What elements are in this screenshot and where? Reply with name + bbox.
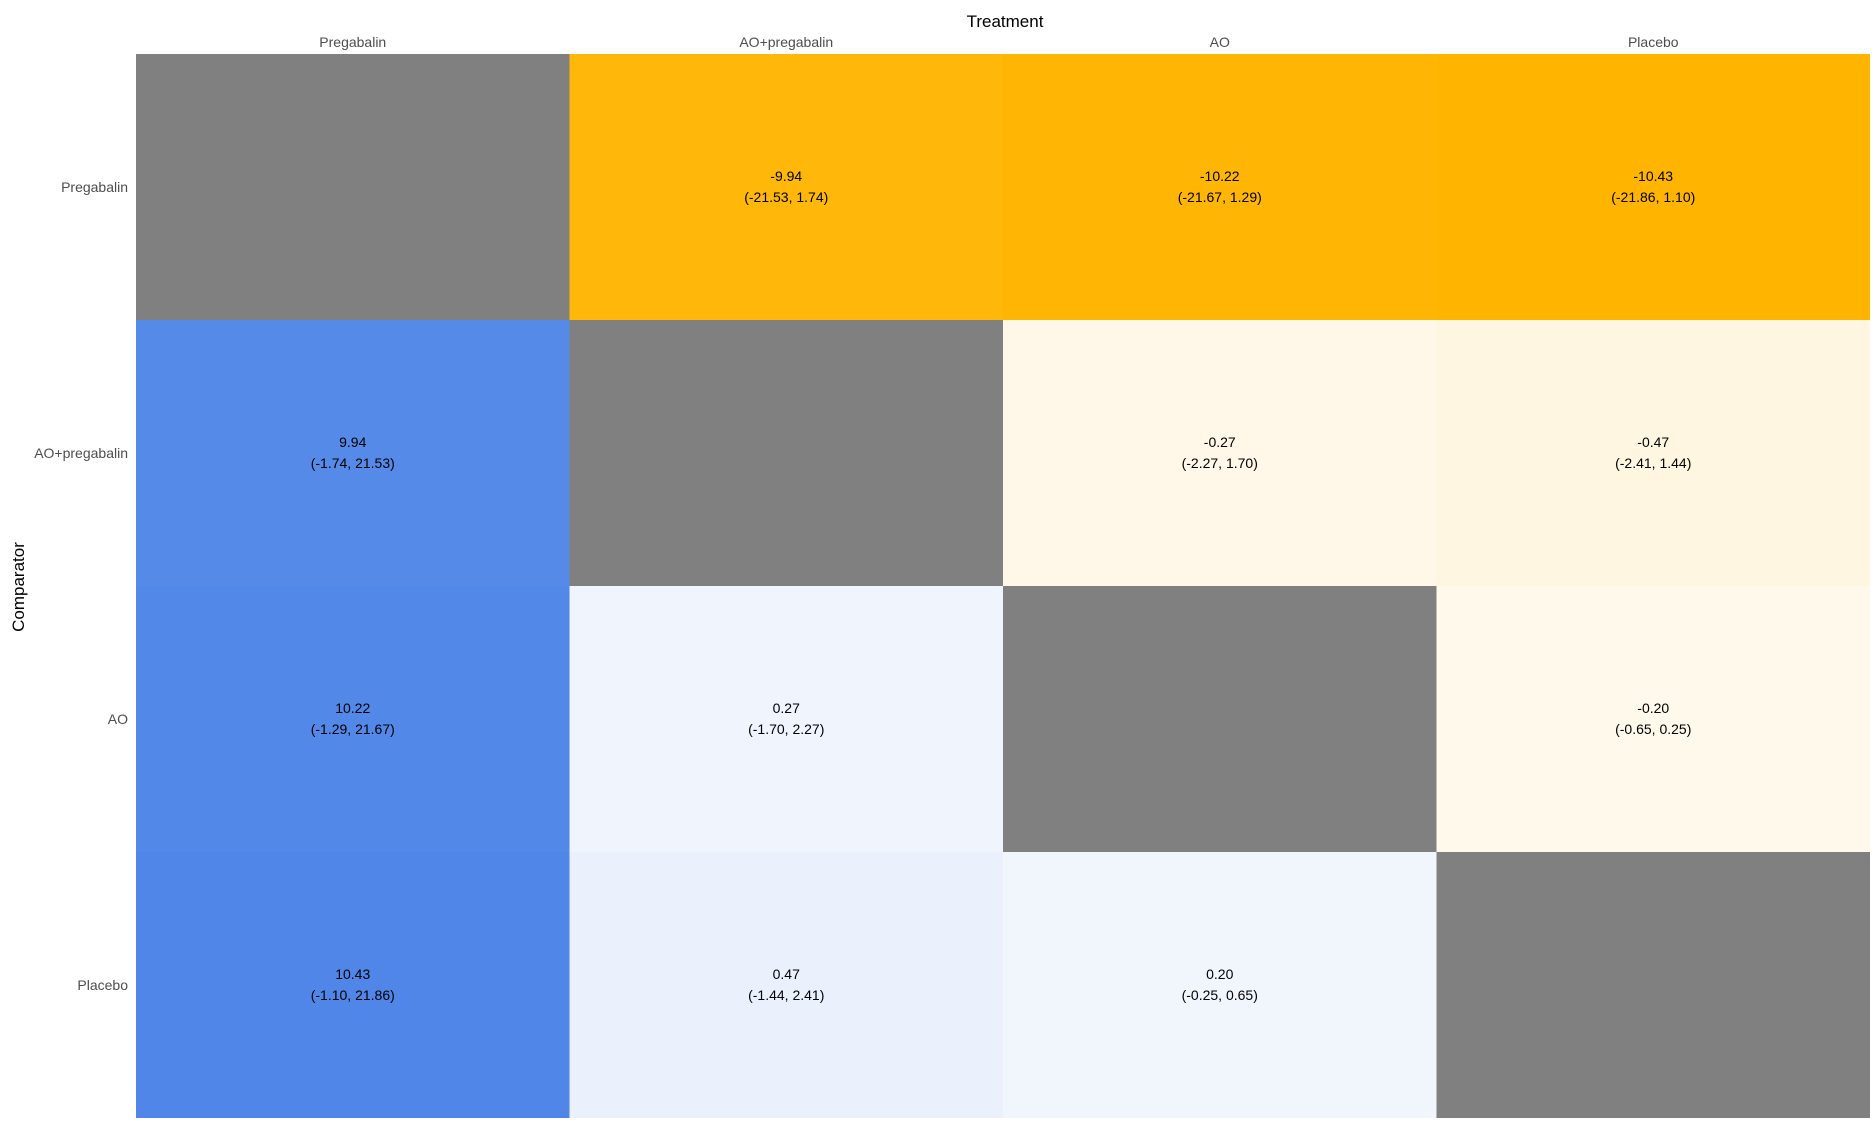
x-tick-label-1: AO+pregabalin bbox=[739, 34, 833, 50]
cell-estimate-1-2: -0.27 bbox=[1204, 434, 1236, 450]
x-tick-label-2: AO bbox=[1210, 34, 1230, 50]
chart-container: -9.94 (-21.53, 1.74) -10.22 (-21.67, 1.29) -… bbox=[0, 0, 1875, 1123]
heatmap-chart: -9.94 (-21.53, 1.74) -10.22 (-21.67, 1.29) -… bbox=[9, 12, 1870, 1118]
cell-estimate-3-0: 10.43 bbox=[335, 966, 370, 982]
heatmap-cell-3-1 bbox=[569, 852, 1003, 1118]
cell-ci-3-2: (-0.25, 0.65) bbox=[1182, 987, 1258, 1003]
cell-ci-2-1: (-1.70, 2.27) bbox=[748, 721, 824, 737]
heatmap-cell-3-3 bbox=[1436, 852, 1870, 1118]
heatmap-cell-2-2 bbox=[1003, 586, 1437, 852]
cell-ci-2-0: (-1.29, 21.67) bbox=[311, 721, 395, 737]
heatmap-cell-0-3 bbox=[1436, 54, 1870, 320]
cell-estimate-2-1: 0.27 bbox=[773, 700, 800, 716]
cell-estimate-1-3: -0.47 bbox=[1637, 434, 1669, 450]
cell-estimate-3-1: 0.47 bbox=[773, 966, 800, 982]
cell-estimate-0-3: -10.43 bbox=[1633, 168, 1673, 184]
cell-ci-1-2: (-2.27, 1.70) bbox=[1182, 455, 1258, 471]
cell-estimate-0-2: -10.22 bbox=[1200, 168, 1240, 184]
y-tick-label-3: Placebo bbox=[77, 977, 128, 993]
cell-ci-2-3: (-0.65, 0.25) bbox=[1615, 721, 1691, 737]
cells-layer bbox=[136, 54, 1870, 1118]
cell-estimate-3-2: 0.20 bbox=[1206, 966, 1233, 982]
y-tick-label-0: Pregabalin bbox=[61, 179, 128, 195]
heatmap-cell-0-2 bbox=[1003, 54, 1437, 320]
cell-ci-0-2: (-21.67, 1.29) bbox=[1178, 189, 1262, 205]
heatmap-cell-3-2 bbox=[1003, 852, 1437, 1118]
cell-ci-3-1: (-1.44, 2.41) bbox=[748, 987, 824, 1003]
cell-estimate-2-0: 10.22 bbox=[335, 700, 370, 716]
cell-ci-0-1: (-21.53, 1.74) bbox=[744, 189, 828, 205]
cell-estimate-0-1: -9.94 bbox=[770, 168, 802, 184]
heatmap-cell-1-1 bbox=[569, 320, 1003, 586]
x-axis-title: Treatment bbox=[967, 12, 1044, 31]
y-axis-title: Comparator bbox=[9, 542, 28, 632]
cell-ci-1-3: (-2.41, 1.44) bbox=[1615, 455, 1691, 471]
heatmap-cell-1-0 bbox=[136, 320, 570, 586]
cell-ci-3-0: (-1.10, 21.86) bbox=[311, 987, 395, 1003]
cell-ci-1-0: (-1.74, 21.53) bbox=[311, 455, 395, 471]
x-tick-label-0: Pregabalin bbox=[319, 34, 386, 50]
heatmap-cell-3-0 bbox=[136, 852, 570, 1118]
cell-estimate-1-0: 9.94 bbox=[339, 434, 366, 450]
heatmap-cell-1-3 bbox=[1436, 320, 1870, 586]
heatmap-cell-1-2 bbox=[1003, 320, 1437, 586]
heatmap-cell-2-0 bbox=[136, 586, 570, 852]
x-tick-label-3: Placebo bbox=[1628, 34, 1679, 50]
heatmap-cell-0-1 bbox=[569, 54, 1003, 320]
heatmap-cell-0-0 bbox=[136, 54, 570, 320]
y-tick-label-2: AO bbox=[108, 711, 128, 727]
cell-estimate-2-3: -0.20 bbox=[1637, 700, 1669, 716]
cell-ci-0-3: (-21.86, 1.10) bbox=[1611, 189, 1695, 205]
heatmap-cell-2-3 bbox=[1436, 586, 1870, 852]
heatmap-cell-2-1 bbox=[569, 586, 1003, 852]
y-tick-label-1: AO+pregabalin bbox=[34, 445, 128, 461]
